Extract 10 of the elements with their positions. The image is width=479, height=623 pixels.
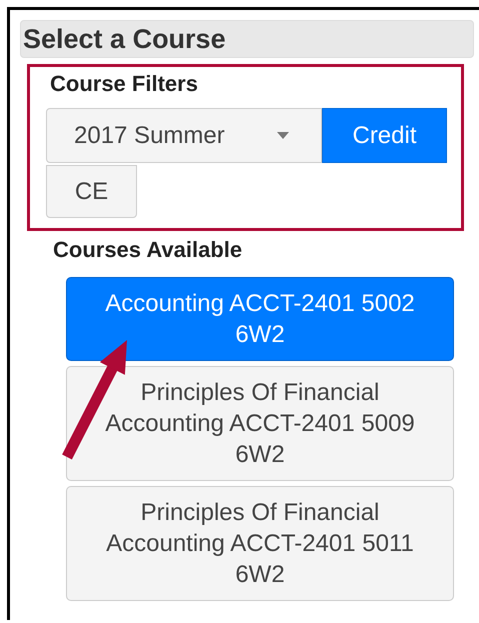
filters-label: Course Filters (49, 71, 199, 98)
filter-toggle-button[interactable]: Credit (322, 108, 447, 163)
courses-label: Courses Available (53, 237, 244, 263)
course-button[interactable]: Accounting ACCT-2401 5002 6W2 (66, 277, 454, 361)
course-button[interactable]: Principles Of Financial Accounting ACCT-2401 5009 6W2 (66, 366, 454, 481)
course-button[interactable]: Principles Of Financial Accounting ACCT-2401 5011 6W2 (66, 486, 454, 601)
caret-icon (277, 132, 289, 139)
filter-toggle-button[interactable]: CE (46, 165, 137, 218)
panel-title: Select a Course (23, 24, 226, 54)
term-select[interactable]: 2017 Summer (46, 108, 322, 163)
